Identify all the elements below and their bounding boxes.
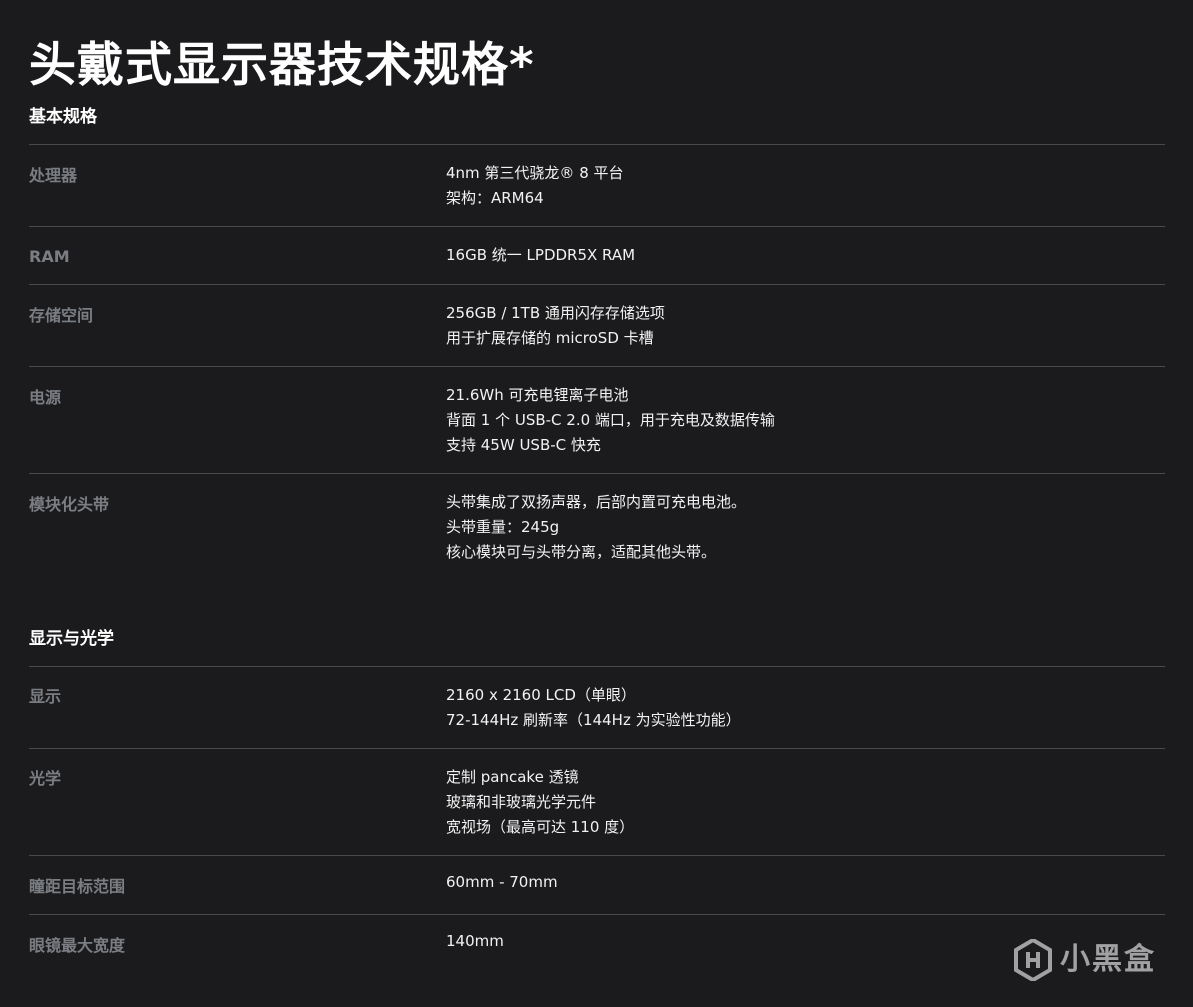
spec-label: 模块化头带 <box>29 495 110 514</box>
spec-value: 宽视场（最高可达 110 度） <box>446 818 635 836</box>
spec-values: 4nm 第三代骁龙® 8 平台 架构：ARM64 <box>446 161 624 211</box>
spec-label: 光学 <box>29 769 62 788</box>
spec-values: 21.6Wh 可充电锂离子电池 背面 1 个 USB-C 2.0 端口，用于充电… <box>446 383 775 458</box>
page-title: 头戴式显示器技术规格* <box>29 38 535 93</box>
xiaoheihe-logo-icon <box>1014 939 1052 981</box>
watermark-text: 小黑盒 <box>1060 942 1156 977</box>
spec-value: 140mm <box>446 932 504 950</box>
spec-values: 60mm - 70mm <box>446 870 558 895</box>
spec-row-ram: RAM 16GB 统一 LPDDR5X RAM <box>29 226 1165 285</box>
spec-value: 2160 x 2160 LCD（单眼） <box>446 686 636 704</box>
spec-row-storage: 存储空间 256GB / 1TB 通用闪存存储选项 用于扩展存储的 microS… <box>29 284 1165 367</box>
spec-row-display: 显示 2160 x 2160 LCD（单眼） 72-144Hz 刷新率（144H… <box>29 666 1165 749</box>
spec-value: 定制 pancake 透镜 <box>446 768 579 786</box>
spec-label: 处理器 <box>29 166 78 185</box>
spec-value: 背面 1 个 USB-C 2.0 端口，用于充电及数据传输 <box>446 411 775 429</box>
spec-value: 头带重量：245g <box>446 518 560 536</box>
spec-values: 头带集成了双扬声器，后部内置可充电电池。 头带重量：245g 核心模块可与头带分… <box>446 490 746 565</box>
spec-value: 16GB 统一 LPDDR5X RAM <box>446 246 636 264</box>
spec-value: 架构：ARM64 <box>446 189 544 207</box>
spec-values: 140mm <box>446 929 504 954</box>
spec-values: 256GB / 1TB 通用闪存存储选项 用于扩展存储的 microSD 卡槽 <box>446 301 665 351</box>
spec-label: 存储空间 <box>29 306 94 325</box>
spec-label: 电源 <box>29 388 62 407</box>
spec-values: 定制 pancake 透镜 玻璃和非玻璃光学元件 宽视场（最高可达 110 度） <box>446 765 634 840</box>
spec-label: 瞳距目标范围 <box>29 877 126 896</box>
spec-values: 2160 x 2160 LCD（单眼） 72-144Hz 刷新率（144Hz 为… <box>446 683 741 733</box>
spec-label: 眼镜最大宽度 <box>29 936 126 955</box>
spec-row-glasses-width: 眼镜最大宽度 140mm <box>29 914 1165 985</box>
spec-row-processor: 处理器 4nm 第三代骁龙® 8 平台 架构：ARM64 <box>29 144 1165 227</box>
spec-row-optics: 光学 定制 pancake 透镜 玻璃和非玻璃光学元件 宽视场（最高可达 110… <box>29 748 1165 856</box>
spec-value: 21.6Wh 可充电锂离子电池 <box>446 386 629 404</box>
spec-values: 16GB 统一 LPDDR5X RAM <box>446 243 635 268</box>
spec-value: 256GB / 1TB 通用闪存存储选项 <box>446 304 665 322</box>
spec-value: 72-144Hz 刷新率（144Hz 为实验性功能） <box>446 711 741 729</box>
spec-value: 60mm - 70mm <box>446 873 558 891</box>
spec-label: RAM <box>29 247 70 266</box>
spec-label: 显示 <box>29 687 62 706</box>
spec-value: 头带集成了双扬声器，后部内置可充电电池。 <box>446 493 747 511</box>
spec-row-power: 电源 21.6Wh 可充电锂离子电池 背面 1 个 USB-C 2.0 端口，用… <box>29 366 1165 474</box>
spec-value: 用于扩展存储的 microSD 卡槽 <box>446 329 654 347</box>
spec-value: 4nm 第三代骁龙® 8 平台 <box>446 164 624 182</box>
spec-value: 核心模块可与头带分离，适配其他头带。 <box>446 543 717 561</box>
spec-value: 玻璃和非玻璃光学元件 <box>446 793 597 811</box>
spec-row-ipd-range: 瞳距目标范围 60mm - 70mm <box>29 855 1165 915</box>
spec-row-headstrap: 模块化头带 头带集成了双扬声器，后部内置可充电电池。 头带重量：245g 核心模… <box>29 473 1165 584</box>
section-heading-display-optics: 显示与光学 <box>29 629 114 649</box>
spec-value: 支持 45W USB-C 快充 <box>446 436 601 454</box>
section-heading-basic: 基本规格 <box>29 107 97 127</box>
watermark: 小黑盒 <box>1014 938 1156 982</box>
